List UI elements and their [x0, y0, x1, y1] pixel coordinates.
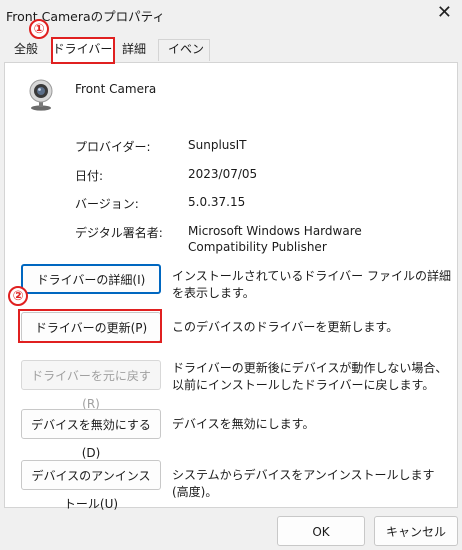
device-name: Front Camera — [75, 82, 157, 96]
disable-device-button[interactable]: デバイスを無効にする(D) — [21, 409, 161, 460]
provider-label: プロバイダー: — [75, 140, 151, 154]
driver-details-desc: インストールされているドライバー ファイルの詳細を表示します。 — [172, 269, 451, 300]
webcam-icon — [29, 79, 53, 111]
ok-button[interactable]: OK — [277, 516, 365, 546]
update-driver-button[interactable]: ドライバーの更新(P) — [21, 312, 161, 342]
update-driver-desc: このデバイスのドライバーを更新します。 — [172, 320, 399, 334]
rollback-driver-button[interactable]: ドライバーを元に戻す(R) — [21, 360, 161, 411]
cancel-button[interactable]: キャンセル — [374, 516, 458, 546]
title-bar: Front Cameraのプロパティ ✕ — [0, 0, 462, 30]
provider-value: SunplusIT — [188, 138, 247, 152]
tab-general[interactable]: 全般 — [8, 39, 44, 61]
annotation-marker-1: ① — [29, 19, 49, 39]
signer-value: Microsoft Windows Hardware Compatibility… — [188, 224, 362, 254]
date-label: 日付: — [75, 169, 104, 183]
version-value: 5.0.37.15 — [188, 195, 246, 209]
close-icon[interactable]: ✕ — [437, 3, 452, 23]
driver-details-button[interactable]: ドライバーの詳細(I) — [21, 264, 161, 294]
uninstall-device-desc: システムからデバイスをアンインストールします (高度)。 — [172, 468, 435, 499]
tab-events[interactable]: イベント — [158, 39, 210, 77]
version-label: バージョン: — [75, 197, 139, 211]
signer-label: デジタル署名者: — [75, 226, 163, 240]
rollback-driver-desc: ドライバーの更新後にデバイスが動作しない場合、以前にインストールしたドライバーに… — [172, 361, 448, 392]
driver-tab-panel: Front Camera プロバイダー: SunplusIT 日付: 2023/… — [4, 62, 458, 511]
uninstall-device-button[interactable]: デバイスのアンインストール(U) — [21, 460, 161, 511]
window-title: Front Cameraのプロパティ — [6, 9, 165, 24]
disable-device-desc: デバイスを無効にします。 — [172, 417, 315, 431]
tab-details[interactable]: 詳細 — [114, 39, 154, 61]
annotation-marker-2: ② — [8, 286, 28, 306]
tab-driver[interactable]: ドライバー — [51, 38, 114, 64]
date-value: 2023/07/05 — [188, 167, 258, 181]
